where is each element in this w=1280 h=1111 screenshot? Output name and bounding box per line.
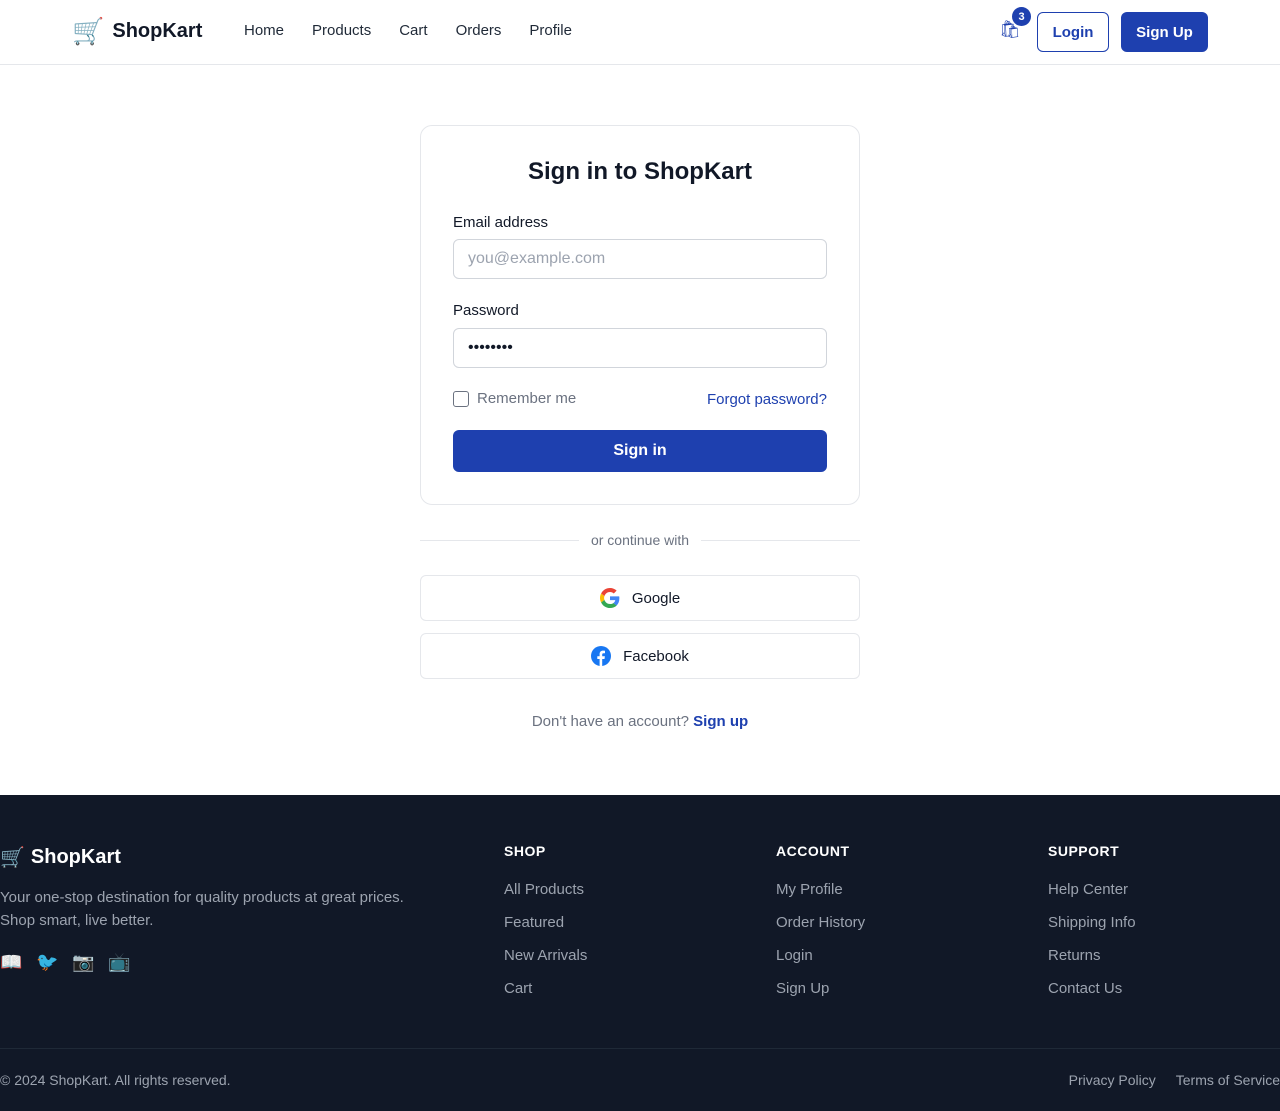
remember-me: Remember me — [453, 390, 576, 407]
forgot-password-link[interactable]: Forgot password? — [707, 391, 827, 408]
password-input[interactable] — [453, 328, 827, 368]
footer-link[interactable]: Contact Us — [1048, 980, 1136, 1013]
password-label: Password — [453, 302, 519, 319]
tv-icon[interactable]: 📺 — [108, 952, 132, 973]
nav-cart[interactable]: Cart — [399, 22, 427, 39]
footer-link[interactable]: My Profile — [776, 881, 865, 914]
book-icon[interactable]: 📖 — [0, 952, 24, 973]
google-icon — [599, 588, 620, 608]
footer-link[interactable]: Sign Up — [776, 980, 865, 1013]
footer-brand[interactable]: 🛒 ShopKart — [0, 845, 121, 870]
top-navbar: 🛒 ShopKart Home Products Cart Orders Pro… — [0, 0, 1280, 65]
footer-link[interactable]: Login — [776, 947, 865, 980]
footer-link[interactable]: Cart — [504, 980, 587, 1013]
footer-link[interactable]: Help Center — [1048, 881, 1136, 914]
footer-brand-name: ShopKart — [30, 846, 121, 868]
footer-description: Your one-stop destination for quality pr… — [0, 889, 404, 929]
footer-link[interactable]: All Products — [504, 881, 587, 914]
footer-legal-links: Privacy Policy Terms of Service — [1069, 1072, 1280, 1088]
signup-prompt-text: Don't have an account? — [531, 713, 689, 730]
main-nav: Home Products Cart Orders Profile — [244, 22, 572, 39]
email-label: Email address — [453, 214, 549, 231]
facebook-label: Facebook — [623, 647, 689, 665]
social-divider: or continue with — [420, 530, 860, 550]
signup-button[interactable]: Sign Up — [1121, 12, 1208, 52]
footer-link[interactable]: Order History — [776, 914, 865, 947]
nav-profile[interactable]: Profile — [529, 22, 572, 39]
divider-line-left — [420, 539, 579, 541]
signup-prompt: Don't have an account? Sign up — [0, 713, 1280, 730]
signup-link[interactable]: Sign up — [693, 713, 748, 730]
terms-of-service-link[interactable]: Terms of Service — [1176, 1072, 1280, 1088]
footer-column-account: ACCOUNT My Profile Order History Login S… — [776, 843, 865, 1013]
copyright: © 2024 ShopKart. All rights reserved. — [0, 1072, 231, 1088]
brand-logo[interactable]: 🛒 ShopKart — [72, 16, 202, 46]
cart-count-badge: 3 — [1012, 7, 1031, 26]
footer-column-title: SHOP — [504, 843, 546, 859]
login-button[interactable]: Login — [1037, 12, 1109, 52]
footer-link[interactable]: Shipping Info — [1048, 914, 1136, 947]
footer-column-shop: SHOP All Products Featured New Arrivals … — [504, 843, 587, 1013]
remember-me-checkbox[interactable] — [453, 390, 469, 407]
footer-column-title: ACCOUNT — [776, 843, 850, 859]
nav-home[interactable]: Home — [244, 22, 284, 39]
facebook-signin-button[interactable]: Facebook — [420, 633, 860, 679]
footer-link[interactable]: New Arrivals — [504, 947, 587, 980]
nav-products[interactable]: Products — [312, 22, 371, 39]
remember-me-label: Remember me — [477, 390, 577, 407]
brand-name: ShopKart — [112, 19, 203, 42]
bird-icon[interactable]: 🐦 — [36, 952, 60, 973]
footer-column-support: SUPPORT Help Center Shipping Info Return… — [1048, 843, 1136, 1013]
nav-orders[interactable]: Orders — [456, 22, 502, 39]
google-label: Google — [631, 589, 681, 607]
footer-column-title: SUPPORT — [1048, 843, 1120, 859]
email-input[interactable] — [453, 239, 827, 279]
site-footer: 🛒 ShopKart Your one-stop destination for… — [0, 795, 1280, 1111]
login-card: Sign in to ShopKart Email address Passwo… — [420, 125, 860, 505]
footer-social-links: 📖 🐦 📷 📺 — [0, 952, 132, 973]
divider-line-right — [701, 539, 860, 541]
shopping-cart-icon: 🛒 — [72, 16, 105, 46]
shopping-cart-icon: 🛒 — [0, 847, 25, 869]
login-title: Sign in to ShopKart — [528, 158, 752, 185]
divider-text: or continue with — [590, 532, 690, 548]
footer-divider — [0, 1048, 1280, 1049]
google-signin-button[interactable]: Google — [420, 575, 860, 621]
footer-link[interactable]: Featured — [504, 914, 587, 947]
privacy-policy-link[interactable]: Privacy Policy — [1069, 1072, 1156, 1088]
camera-icon[interactable]: 📷 — [72, 952, 96, 973]
sign-in-button[interactable]: Sign in — [453, 430, 827, 472]
footer-link[interactable]: Returns — [1048, 947, 1136, 980]
facebook-icon — [591, 646, 612, 666]
